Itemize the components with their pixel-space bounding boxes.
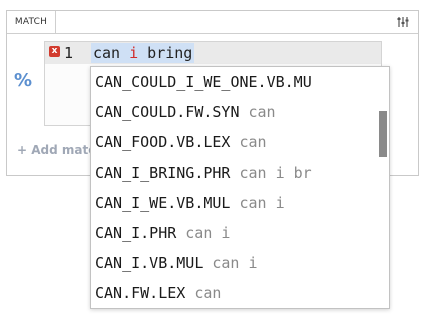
autocomplete-dropdown[interactable]: CAN_COULD_I_WE_ONE.VB.MU CAN_COULD.FW.SYN… xyxy=(90,66,390,309)
error-icon[interactable]: x xyxy=(49,46,60,57)
autocomplete-item-name: CAN_COULD.FW.SYN xyxy=(95,103,240,122)
add-match-button[interactable]: + Add matc xyxy=(17,143,95,157)
autocomplete-item-hint: can i xyxy=(212,254,258,273)
autocomplete-item[interactable]: CAN_FOOD.VB.LEX can xyxy=(91,127,378,157)
scrollbar[interactable] xyxy=(377,67,389,308)
autocomplete-list: CAN_COULD_I_WE_ONE.VB.MU CAN_COULD.FW.SYN… xyxy=(91,67,378,308)
autocomplete-item-name: CAN_FOOD.VB.LEX xyxy=(95,133,231,152)
code-text-after: bring xyxy=(138,44,193,62)
scrollbar-thumb[interactable] xyxy=(379,111,387,157)
autocomplete-item[interactable]: CAN_I_WE.VB.MUL can i xyxy=(91,188,378,218)
autocomplete-item-hint: can xyxy=(248,103,276,122)
autocomplete-item-hint: can i xyxy=(185,223,231,242)
autocomplete-item-name: CAN_I.VB.MUL xyxy=(95,254,204,273)
autocomplete-item[interactable]: CAN_I.PHR can i xyxy=(91,218,378,248)
autocomplete-item[interactable]: CAN.FW.LEX can xyxy=(91,278,378,308)
autocomplete-item-name: CAN_I_BRING.PHR xyxy=(95,163,231,182)
autocomplete-item[interactable]: CAN_I_BRING.PHR can i br xyxy=(91,158,378,188)
sliders-icon[interactable] xyxy=(396,15,410,29)
code-keyword: i xyxy=(129,44,139,62)
line-number: 1 xyxy=(64,44,74,62)
autocomplete-item-hint: can xyxy=(194,284,222,303)
autocomplete-item[interactable]: CAN_COULD.FW.SYN can xyxy=(91,97,378,127)
autocomplete-item-hint: can i xyxy=(239,193,285,212)
autocomplete-item-name: CAN.FW.LEX xyxy=(95,284,186,303)
autocomplete-item-hint: can xyxy=(239,133,267,152)
autocomplete-item-hint: can i br xyxy=(239,163,312,182)
percent-icon[interactable]: % xyxy=(14,70,32,91)
autocomplete-item-name: CAN_I.PHR xyxy=(95,223,177,242)
editor-line: x 1 can i bring xyxy=(45,42,381,64)
tab-match[interactable]: MATCH xyxy=(7,11,56,33)
autocomplete-item-name: CAN_COULD_I_WE_ONE.VB.MU xyxy=(95,73,312,91)
panel-header: MATCH xyxy=(7,11,418,34)
autocomplete-item[interactable]: CAN_I.VB.MUL can i xyxy=(91,248,378,278)
autocomplete-item[interactable]: CAN_COULD_I_WE_ONE.VB.MU xyxy=(91,67,378,97)
code-text-before: can xyxy=(93,44,130,62)
autocomplete-item-name: CAN_I_WE.VB.MUL xyxy=(95,193,231,212)
code-input[interactable]: can i bring xyxy=(91,43,195,63)
